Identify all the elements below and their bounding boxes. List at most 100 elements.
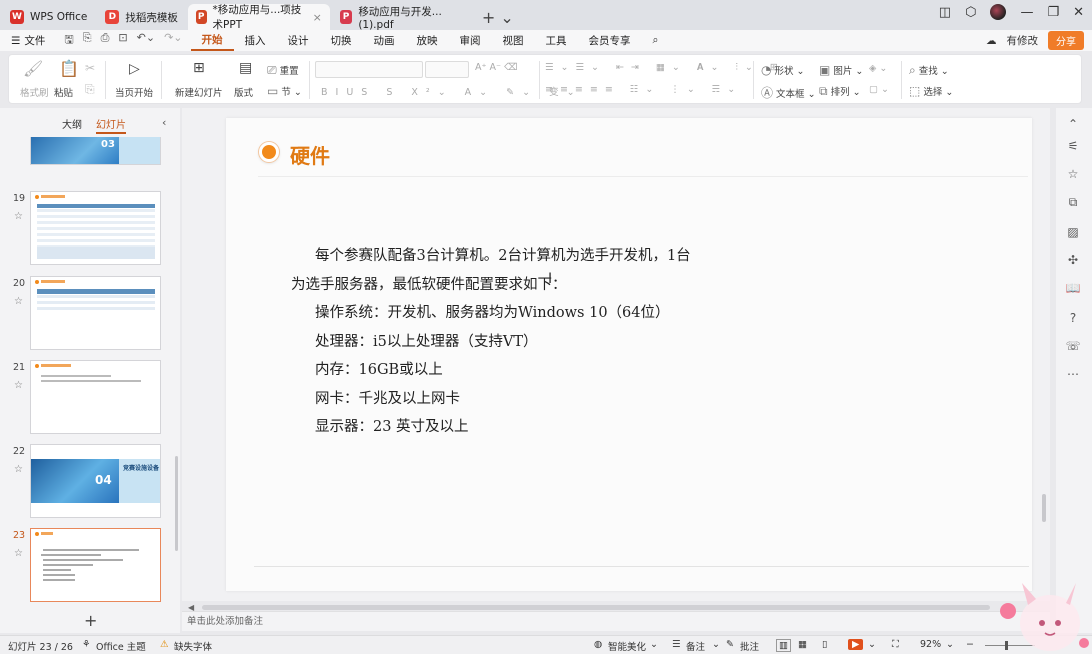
menu-review[interactable]: 审阅 bbox=[449, 30, 492, 51]
normal-view-icon[interactable]: ▥ bbox=[776, 639, 791, 652]
new-slide-icon[interactable]: ⊞ bbox=[193, 60, 205, 76]
slide-thumbnail[interactable]: 03 bbox=[30, 137, 161, 165]
paste-button[interactable]: 粘贴 bbox=[54, 85, 73, 99]
new-slide-button[interactable]: 新建幻灯片 bbox=[175, 85, 223, 99]
zoom-out-icon[interactable]: − bbox=[966, 639, 974, 650]
star-icon[interactable]: ☆ bbox=[14, 211, 23, 222]
chevron-down-icon[interactable]: ⌄ bbox=[650, 639, 658, 650]
outline-icon[interactable]: ▢ ⌄ bbox=[869, 84, 889, 95]
find-button[interactable]: ⌕ 查找 ⌄ bbox=[909, 63, 949, 78]
menu-transitions[interactable]: 切换 bbox=[320, 30, 363, 51]
tab-ppt-document[interactable]: P *移动应用与...项技术PPT × bbox=[187, 4, 330, 31]
menu-home[interactable]: 开始 bbox=[190, 30, 234, 51]
tab-wps-office[interactable]: W WPS Office bbox=[0, 4, 95, 30]
sorter-view-icon[interactable]: ▦ bbox=[798, 639, 807, 650]
from-current-button[interactable]: 当页开始 bbox=[115, 85, 153, 99]
slide-body-textbox[interactable]: 每个参赛队配备3台计算机。2台计算机为选手开发机，1台 为选手服务器，最低软硬件… bbox=[291, 242, 691, 442]
notes-toggle-label[interactable]: 备注 bbox=[686, 639, 705, 653]
menu-slideshow[interactable]: 放映 bbox=[406, 30, 449, 51]
layout-button[interactable]: 版式 bbox=[234, 85, 253, 99]
collapse-panel-icon[interactable]: ‹ bbox=[162, 116, 166, 129]
book-icon[interactable]: 📖 bbox=[1065, 280, 1081, 296]
tab-docer-templates[interactable]: D 找稻壳模板 bbox=[97, 4, 186, 30]
slide[interactable]: 硬件 每个参赛队配备3台计算机。2台计算机为选手开发机，1台 为选手服务器，最低… bbox=[226, 118, 1032, 591]
section-button[interactable]: ▭ 节 ⌄ bbox=[267, 84, 302, 98]
minimize-icon[interactable]: — bbox=[1020, 5, 1033, 20]
font-style-buttons[interactable]: BIUS S X²⌄ A⌄ ✎⌄ 变⌄ bbox=[321, 84, 583, 98]
feedback-icon[interactable]: ☏ bbox=[1065, 338, 1081, 354]
textbox-button[interactable]: Ⓐ 文本框 ⌄ bbox=[761, 84, 816, 101]
reset-button[interactable]: ⎚ 重置 bbox=[267, 63, 299, 78]
tab-pdf-document[interactable]: P 移动应用与开发...(1).pdf bbox=[332, 4, 472, 31]
adjust-icon[interactable]: ⚟ bbox=[1065, 138, 1081, 154]
fill-icon[interactable]: ◈ ⌄ bbox=[869, 63, 887, 74]
add-slide-icon[interactable]: + bbox=[84, 611, 97, 630]
menu-design[interactable]: 设计 bbox=[277, 30, 320, 51]
missing-font-label[interactable]: 缺失字体 bbox=[174, 639, 212, 653]
font-size-buttons[interactable]: A⁺ A⁻ ⌫ bbox=[475, 62, 518, 73]
tab-outline[interactable]: 大纲 bbox=[62, 116, 82, 134]
arrange-button[interactable]: ⧉ 排列 ⌄ bbox=[819, 84, 861, 99]
warning-icon[interactable]: ⚠ bbox=[160, 639, 169, 650]
font-size-select[interactable] bbox=[425, 61, 469, 78]
comments-button[interactable]: 批注 bbox=[740, 639, 759, 653]
tab-slides[interactable]: 幻灯片 bbox=[96, 116, 126, 134]
new-tab-button[interactable]: + ⌄ bbox=[482, 4, 514, 30]
modified-status[interactable]: 有修改 bbox=[1007, 33, 1039, 48]
chevron-down-icon[interactable]: ⌄ bbox=[868, 639, 876, 650]
cut-icon[interactable]: ✂ bbox=[85, 61, 95, 75]
slide-thumbnail[interactable]: 04 竞赛设施设备 bbox=[30, 444, 161, 518]
play-icon[interactable]: ▷ bbox=[129, 61, 140, 77]
star-icon[interactable]: ☆ bbox=[14, 548, 23, 559]
slide-thumbnail[interactable] bbox=[30, 360, 161, 434]
cube-icon[interactable]: ⬡ bbox=[965, 5, 976, 20]
tools-icon[interactable]: ✣ bbox=[1065, 252, 1081, 268]
theme-label[interactable]: Office 主题 bbox=[96, 639, 146, 653]
more-icon[interactable]: ⋯ bbox=[1065, 366, 1081, 382]
preview-icon[interactable]: ⊡ bbox=[118, 31, 127, 50]
print-icon[interactable]: ⎙ bbox=[101, 31, 110, 50]
help-icon[interactable]: ? bbox=[1065, 310, 1081, 326]
menu-animations[interactable]: 动画 bbox=[363, 30, 406, 51]
select-button[interactable]: ⬚ 选择 ⌄ bbox=[909, 84, 953, 98]
export-icon[interactable]: ⎘ bbox=[83, 31, 92, 50]
cloud-sync-icon[interactable]: ☁ bbox=[986, 35, 997, 47]
font-family-select[interactable] bbox=[315, 61, 423, 78]
copy-icon[interactable]: ⎘ bbox=[85, 82, 95, 97]
copy-layers-icon[interactable]: ⧉ bbox=[1065, 194, 1081, 210]
slide-thumbnail[interactable] bbox=[30, 191, 161, 265]
comment-icon[interactable]: ✎ bbox=[726, 639, 734, 650]
zoom-level[interactable]: 92% bbox=[920, 639, 941, 650]
format-painter-icon[interactable]: 🖌 bbox=[23, 59, 43, 78]
chevron-down-icon[interactable]: ⌄ bbox=[946, 639, 954, 650]
chevron-down-icon[interactable]: ⌄ bbox=[712, 639, 720, 650]
share-button[interactable]: 分享 bbox=[1048, 31, 1084, 50]
undo-icon[interactable]: ↶⌄ bbox=[137, 31, 155, 50]
layout-icon[interactable]: ▤ bbox=[239, 60, 252, 76]
align-buttons[interactable]: ≡≡≡≡≡ ☷⌄ ⋮⌄ ☴⌄ bbox=[545, 84, 742, 95]
star-icon[interactable]: ☆ bbox=[14, 464, 23, 475]
save-icon[interactable]: 🖫 bbox=[64, 31, 73, 50]
file-menu[interactable]: ☰ 文件 bbox=[0, 30, 56, 51]
vertical-scrollbar[interactable] bbox=[1042, 494, 1046, 522]
smart-beautify-icon[interactable]: ◍ bbox=[594, 639, 602, 650]
star-icon[interactable]: ☆ bbox=[1065, 166, 1081, 182]
panel-scrollbar[interactable] bbox=[175, 456, 178, 551]
search-icon[interactable]: ⌕ bbox=[642, 30, 670, 51]
theme-icon[interactable]: ⚘ bbox=[82, 639, 91, 650]
menu-member[interactable]: 会员专享 bbox=[578, 30, 642, 51]
reading-view-icon[interactable]: ▯ bbox=[822, 639, 827, 650]
collapse-right-icon[interactable]: ⌃ bbox=[1065, 116, 1081, 132]
menu-tools[interactable]: 工具 bbox=[535, 30, 578, 51]
avatar[interactable] bbox=[990, 4, 1007, 20]
star-icon[interactable]: ☆ bbox=[14, 380, 23, 391]
image-edit-icon[interactable]: ▨ bbox=[1065, 224, 1081, 240]
menu-view[interactable]: 视图 bbox=[492, 30, 535, 51]
restore-icon[interactable]: ❐ bbox=[1047, 5, 1059, 20]
close-tab-icon[interactable]: × bbox=[313, 11, 322, 24]
redo-icon[interactable]: ↷⌄ bbox=[164, 31, 182, 50]
notes-field[interactable]: 单击此处添加备注 bbox=[182, 611, 1050, 631]
smart-beautify-button[interactable]: 智能美化 bbox=[608, 639, 646, 653]
layout-icon[interactable]: ◫ bbox=[939, 5, 951, 20]
star-icon[interactable]: ☆ bbox=[14, 296, 23, 307]
